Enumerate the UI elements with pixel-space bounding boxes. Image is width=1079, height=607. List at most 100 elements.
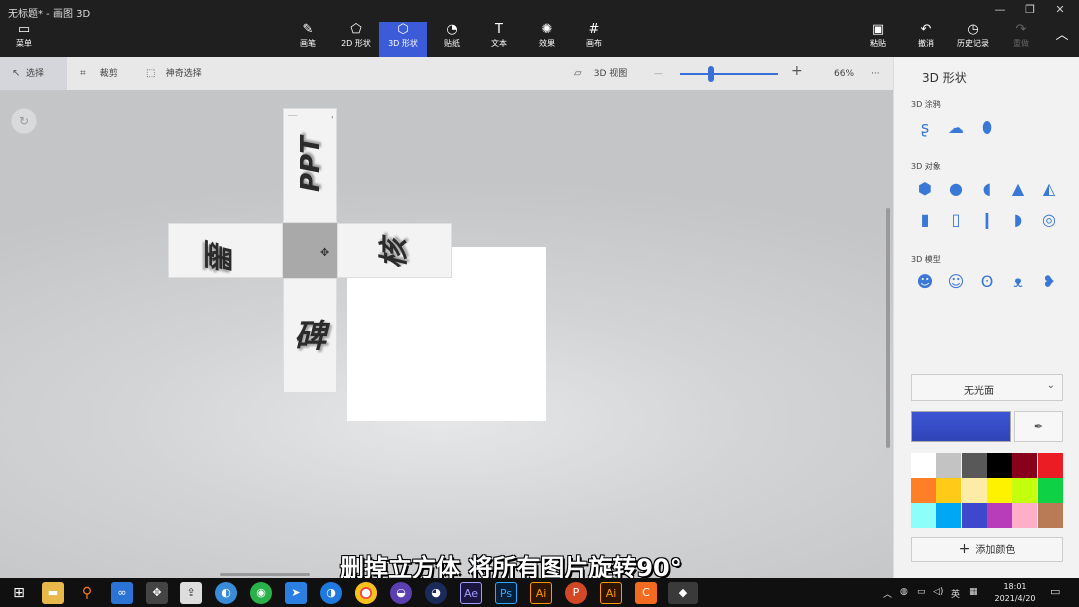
select-button[interactable]: ↖ 选择 xyxy=(12,68,44,80)
view-orbit-icon[interactable]: ↻ xyxy=(11,108,37,134)
tool-brushes[interactable]: ✎ 画笔 xyxy=(290,22,326,57)
curved-tube-icon[interactable]: ◗ xyxy=(1007,209,1029,231)
color-swatch[interactable] xyxy=(936,453,962,478)
zoom-slider-thumb[interactable] xyxy=(707,66,714,82)
man-model-icon[interactable]: ☻ xyxy=(914,271,936,293)
cinema4d-icon[interactable]: ◕ xyxy=(425,582,447,604)
restore-button[interactable]: ❐ xyxy=(1015,3,1045,19)
color-swatch[interactable] xyxy=(1037,478,1063,503)
cylinder-icon[interactable]: ▮ xyxy=(914,209,936,231)
color-swatch[interactable] xyxy=(1037,503,1063,528)
ps-icon[interactable]: Ps xyxy=(495,582,517,604)
zoom-in-button[interactable]: + xyxy=(791,64,803,78)
paint3d-icon[interactable]: ◆ xyxy=(668,582,698,604)
ai-icon[interactable]: Ai xyxy=(530,582,552,604)
magic-select-button[interactable]: ⬚ 神奇选择 xyxy=(146,68,202,80)
color-swatch[interactable] xyxy=(1012,453,1038,478)
chrome-icon[interactable]: ● xyxy=(355,582,377,604)
undo-button[interactable]: ↶ 撤消 xyxy=(910,22,942,57)
uploader-icon[interactable]: ⇪ xyxy=(180,582,202,604)
tool-2d-shapes[interactable]: ⬠ 2D 形状 xyxy=(334,22,378,57)
crop-button[interactable]: ⌗ 裁剪 xyxy=(80,68,118,80)
fish-model-icon[interactable]: ❥ xyxy=(1038,271,1060,293)
tray-app-icon[interactable]: ◍ xyxy=(900,587,908,597)
minimize-button[interactable]: — xyxy=(985,3,1015,19)
notification-icon[interactable]: ▭ xyxy=(1050,585,1060,598)
color-swatch[interactable] xyxy=(986,478,1012,503)
history-button[interactable]: ◷ 历史记录 xyxy=(952,22,994,57)
ppt-icon[interactable]: P xyxy=(565,582,587,604)
image-face-left[interactable]: 墨 xyxy=(168,223,283,278)
baidu-icon[interactable]: ∞ xyxy=(111,582,133,604)
image-face-bottom[interactable]: 碑 xyxy=(283,278,337,393)
hemisphere-icon[interactable]: ◖ xyxy=(976,178,998,200)
menu-button[interactable]: ▭ 菜单 xyxy=(4,22,44,57)
redo-button[interactable]: ↷ 重做 xyxy=(1005,22,1037,57)
system-clock[interactable]: 18:01 2021/4/20 xyxy=(985,581,1045,605)
tray-expand-icon[interactable]: ︿ xyxy=(883,587,892,600)
woman-model-icon[interactable]: ☺ xyxy=(945,271,967,293)
tool-canvas[interactable]: # 画布 xyxy=(576,22,612,57)
start-icon[interactable]: ⊞ xyxy=(8,582,30,604)
feishu-icon[interactable]: ➤ xyxy=(285,582,307,604)
soft-edge-doodle-icon[interactable]: ☁ xyxy=(945,117,967,139)
color-swatch[interactable] xyxy=(1037,453,1063,478)
wechat-icon[interactable]: ◉ xyxy=(250,582,272,604)
tube-icon[interactable]: ▯ xyxy=(945,209,967,231)
color-swatch[interactable] xyxy=(1012,503,1038,528)
color-swatch[interactable] xyxy=(961,453,987,478)
color-swatch[interactable] xyxy=(986,453,1012,478)
eyedropper-icon[interactable]: ✒ xyxy=(1014,411,1063,442)
cube-icon[interactable]: ⬢ xyxy=(914,178,936,200)
c-icon[interactable]: C xyxy=(635,582,657,604)
tool-text[interactable]: T 文本 xyxy=(481,22,517,57)
close-button[interactable]: ✕ xyxy=(1045,3,1075,19)
cone-icon[interactable]: ▲ xyxy=(1007,178,1029,200)
sharp-edge-doodle-icon[interactable]: ʂ xyxy=(914,117,936,139)
color-swatch[interactable] xyxy=(1012,478,1038,503)
tool-stickers[interactable]: ◔ 贴纸 xyxy=(434,22,470,57)
zoom-slider[interactable] xyxy=(680,73,778,75)
image-face-center[interactable]: ✥ xyxy=(283,223,337,278)
material-dropdown[interactable]: 无光面 ⌄ xyxy=(911,374,1063,401)
pyramid-icon[interactable]: ◭ xyxy=(1038,178,1060,200)
volume-icon[interactable]: ◁) xyxy=(933,587,943,597)
color-swatch[interactable] xyxy=(911,478,936,503)
color-swatch[interactable] xyxy=(986,503,1012,528)
zoom-out-button[interactable]: — xyxy=(654,68,663,80)
network-icon[interactable]: ▭ xyxy=(917,587,926,597)
browser-icon[interactable]: ◑ xyxy=(320,582,342,604)
color-swatch[interactable] xyxy=(911,503,936,528)
horizontal-scrollbar[interactable] xyxy=(220,573,310,576)
image-face-right[interactable]: 核 xyxy=(337,223,452,278)
tool-effects[interactable]: ✺ 效果 xyxy=(529,22,565,57)
obs-icon[interactable]: ◒ xyxy=(390,582,412,604)
input-language[interactable]: 英 xyxy=(951,587,960,600)
cat-model-icon[interactable]: ᴥ xyxy=(1007,271,1029,293)
add-color-button[interactable]: + 添加颜色 xyxy=(911,537,1063,562)
capsule-icon[interactable]: ❙ xyxy=(976,209,998,231)
ae-icon[interactable]: Ae xyxy=(460,582,482,604)
explorer-icon[interactable]: ▬ xyxy=(42,582,64,604)
ai-icon-2[interactable]: Ai xyxy=(600,582,622,604)
current-color-swatch[interactable] xyxy=(911,411,1011,442)
image-face-top[interactable]: ▔▔▔▔ ▮ PPT xyxy=(283,108,337,223)
app-icon[interactable]: ✥ xyxy=(146,582,168,604)
search-icon[interactable]: ⚲ xyxy=(76,582,98,604)
tube-doodle-icon[interactable]: ⬮ xyxy=(976,117,998,139)
more-options-button[interactable]: ··· xyxy=(871,68,880,80)
tool-3d-shapes[interactable]: ⬡ 3D 形状 xyxy=(379,22,427,57)
color-swatch[interactable] xyxy=(961,503,987,528)
color-swatch[interactable] xyxy=(911,453,936,478)
qq-icon[interactable]: ◐ xyxy=(215,582,237,604)
ime-icon[interactable]: ▦ xyxy=(969,587,978,597)
color-swatch[interactable] xyxy=(936,503,962,528)
dog-model-icon[interactable]: ʘ xyxy=(976,271,998,293)
workspace-canvas[interactable]: ↻ ▔▔▔▔ ▮ PPT ✥ 墨 核 碑 xyxy=(0,90,893,578)
vertical-scrollbar[interactable] xyxy=(886,208,890,448)
donut-icon[interactable]: ◎ xyxy=(1038,209,1060,231)
paste-button[interactable]: ▣ 粘贴 xyxy=(862,22,894,57)
color-swatch[interactable] xyxy=(961,478,987,503)
sphere-icon[interactable]: ● xyxy=(945,178,967,200)
3d-view-button[interactable]: ▱ 3D 视图 xyxy=(574,68,627,80)
